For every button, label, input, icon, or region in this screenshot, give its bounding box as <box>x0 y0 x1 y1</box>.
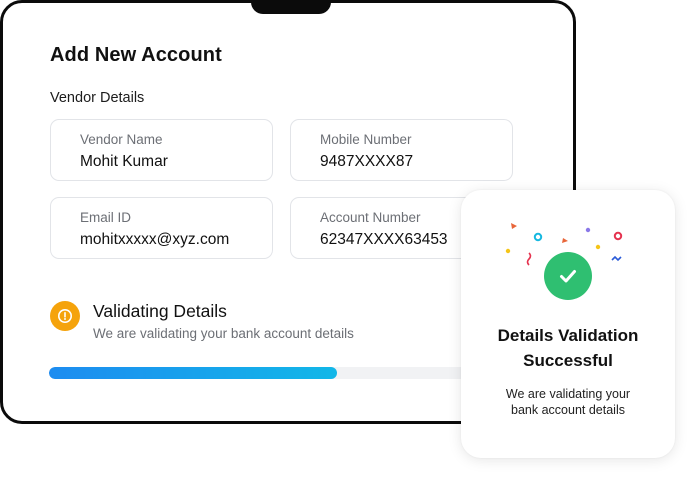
field-value: 9487XXXX87 <box>320 153 414 170</box>
confetti-piece <box>533 232 543 242</box>
check-icon <box>544 252 592 300</box>
field-label: Account Number <box>320 210 421 225</box>
warning-icon <box>50 301 80 331</box>
success-subtitle: We are validating your bank account deta… <box>493 386 643 418</box>
progress-fill <box>49 367 338 379</box>
field-label: Email ID <box>80 210 132 225</box>
success-card: Details Validation Successful We are val… <box>461 190 675 458</box>
validation-title: Validating Details <box>93 301 227 321</box>
vendor-name-field[interactable]: Vendor Name Mohit Kumar <box>50 119 273 181</box>
confetti-piece <box>526 252 532 266</box>
progress-bar <box>49 367 479 379</box>
device-notch <box>251 0 331 14</box>
confetti-piece <box>562 238 568 243</box>
success-title: Details Validation Successful <box>461 323 675 373</box>
success-title-line: Details Validation <box>497 326 639 345</box>
field-value: 62347XXXX63453 <box>320 231 448 248</box>
field-value: Mohit Kumar <box>80 153 168 170</box>
stage: Add New Account Vendor Details Vendor Na… <box>0 0 695 484</box>
page-title: Add New Account <box>50 44 222 66</box>
field-label: Mobile Number <box>320 132 412 147</box>
email-id-field[interactable]: Email ID mohitxxxxx@xyz.com <box>50 197 273 259</box>
success-subtitle-line: bank account details <box>511 403 625 417</box>
confetti-piece <box>505 248 511 254</box>
mobile-number-field[interactable]: Mobile Number 9487XXXX87 <box>290 119 513 181</box>
success-subtitle-line: We are validating your <box>505 387 631 401</box>
confetti-piece <box>511 223 517 229</box>
validation-subtitle: We are validating your bank account deta… <box>93 326 354 341</box>
field-label: Vendor Name <box>80 132 163 147</box>
confetti-piece <box>611 255 622 262</box>
confetti-piece <box>585 227 591 233</box>
field-value: mohitxxxxx@xyz.com <box>80 231 230 248</box>
section-label: Vendor Details <box>50 90 145 106</box>
confetti-piece <box>595 244 601 250</box>
confetti-piece <box>613 231 623 241</box>
success-title-line: Successful <box>523 351 613 370</box>
